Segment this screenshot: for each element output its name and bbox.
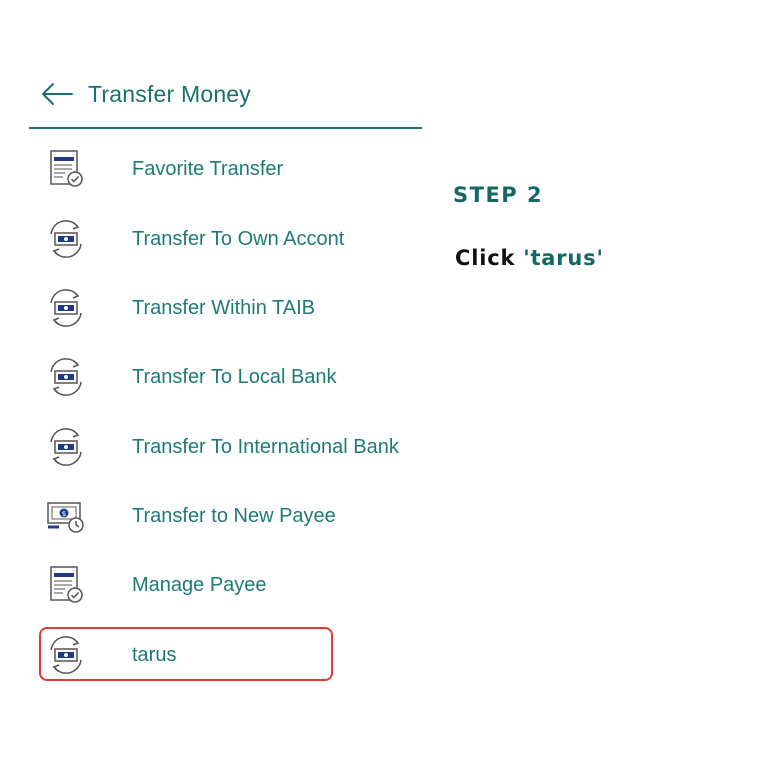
tarus-highlight-box (39, 627, 333, 681)
menu-item-label: Manage Payee (132, 573, 267, 596)
menu-item-label: Transfer To Own Accont (132, 227, 345, 250)
menu-item-transfer-international-bank[interactable]: Transfer To International Bank (44, 425, 424, 469)
svg-text:$: $ (62, 510, 66, 518)
menu-item-favorite-transfer[interactable]: Favorite Transfer (44, 147, 424, 191)
menu-item-label: Transfer To International Bank (132, 435, 399, 458)
menu-item-manage-payee[interactable]: Manage Payee (44, 563, 424, 607)
menu-item-label: Transfer Within TAIB (132, 296, 316, 319)
money-cycle-icon (44, 425, 88, 469)
instruction-prefix: Click (455, 246, 516, 270)
step-heading: STEP 2 (453, 183, 544, 207)
menu-item-transfer-local-bank[interactable]: Transfer To Local Bank (44, 355, 424, 399)
money-cycle-icon (44, 355, 88, 399)
document-check-icon (44, 563, 88, 607)
menu-item-label: Favorite Transfer (132, 157, 284, 180)
money-cycle-icon (44, 217, 88, 261)
money-clock-icon: $ (44, 494, 88, 538)
menu-item-label: Transfer to New Payee (132, 504, 336, 527)
menu-item-transfer-new-payee[interactable]: $ Transfer to New Payee (44, 494, 424, 538)
instruction-target: 'tarus' (523, 246, 604, 270)
money-cycle-icon (44, 286, 88, 330)
menu-item-transfer-own-account[interactable]: Transfer To Own Accont (44, 217, 424, 261)
menu-item-transfer-within-taib[interactable]: Transfer Within TAIB (44, 286, 424, 330)
menu-item-label: Transfer To Local Bank (132, 365, 337, 388)
step-instruction: Click 'tarus' (455, 246, 604, 270)
document-check-icon (44, 147, 88, 191)
